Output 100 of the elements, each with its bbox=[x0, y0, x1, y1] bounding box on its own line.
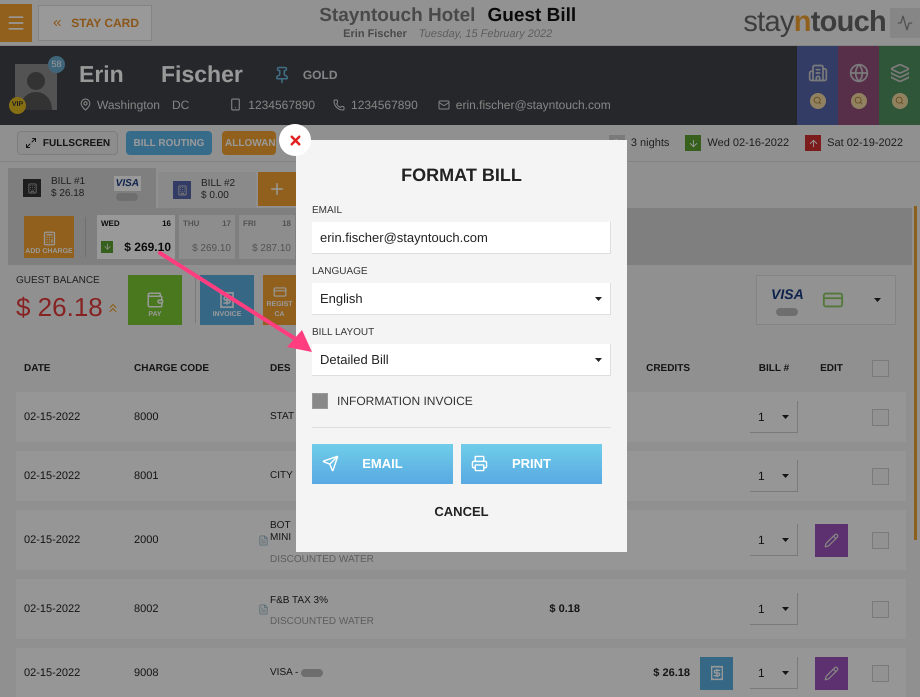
dialog-title: FORMAT BILL bbox=[400, 164, 523, 187]
row-checkbox[interactable] bbox=[872, 408, 889, 426]
dropdown-caret-icon bbox=[782, 670, 789, 674]
field-label: BILL LAYOUT bbox=[312, 326, 376, 340]
guest-city: Washington bbox=[97, 96, 160, 114]
row-checkbox[interactable] bbox=[872, 600, 889, 618]
guest-name: Erin Fischer bbox=[343, 28, 407, 42]
field-label: LANGUAGE bbox=[312, 265, 369, 279]
select-field[interactable]: English bbox=[312, 283, 611, 315]
guest-info-tile[interactable] bbox=[838, 46, 879, 125]
charge-description: STAT bbox=[270, 410, 294, 424]
mobile-icon bbox=[229, 98, 242, 112]
receipt-icon bbox=[708, 665, 724, 681]
guest-last-name: Fischer bbox=[161, 60, 243, 90]
building-icon bbox=[808, 62, 828, 82]
guest-first-name: Erin bbox=[79, 60, 125, 90]
table-cell-text: 8001 bbox=[134, 468, 160, 484]
globe-icon bbox=[848, 62, 868, 82]
arrival-date: Wed 02-16-2022 bbox=[707, 136, 790, 151]
select-all-checkbox[interactable] bbox=[872, 360, 889, 376]
add-bill-button[interactable] bbox=[258, 172, 296, 206]
dropdown-caret-icon bbox=[782, 538, 789, 542]
column-header: EDIT bbox=[819, 362, 844, 376]
cancel-button[interactable]: CANCEL bbox=[434, 502, 489, 522]
column-header: CREDITS bbox=[645, 362, 690, 376]
table-cell-text: 02-15-2022 bbox=[24, 602, 82, 617]
information-invoice-checkbox[interactable] bbox=[312, 393, 328, 409]
column-header: DES bbox=[269, 362, 292, 376]
departure-date: Sat 02-19-2022 bbox=[827, 136, 903, 151]
search-icon bbox=[854, 96, 863, 105]
guest-info-tile[interactable] bbox=[879, 46, 920, 125]
membership-level: GOLD bbox=[302, 66, 338, 84]
departure-icon bbox=[805, 135, 822, 151]
payment-card-selector[interactable]: VISA bbox=[756, 275, 896, 325]
arrival-icon bbox=[685, 135, 702, 151]
day-date: 17 bbox=[222, 218, 231, 230]
dropdown-caret-icon bbox=[782, 474, 789, 478]
phone-icon bbox=[333, 98, 346, 111]
day-card[interactable]: WED 16 $ 269.10 bbox=[97, 214, 175, 258]
input-field[interactable]: erin.fischer@stayntouch.com bbox=[312, 222, 611, 254]
card-brand: VISA bbox=[771, 285, 804, 304]
bill-number-select[interactable]: 1 bbox=[750, 460, 798, 492]
bill-label: BILL #2 bbox=[201, 178, 236, 190]
bill-icon bbox=[23, 179, 41, 197]
dropdown-caret-icon bbox=[874, 298, 881, 302]
calculator-icon bbox=[42, 230, 56, 246]
edit-button[interactable] bbox=[815, 656, 848, 690]
bill-label: BILL #1 bbox=[51, 176, 86, 188]
close-icon bbox=[288, 132, 302, 148]
wallet-icon bbox=[146, 291, 164, 310]
charge-note: DISCOUNTED WATER bbox=[270, 615, 374, 630]
plus-icon bbox=[268, 180, 286, 198]
expand-icon bbox=[24, 137, 37, 149]
guest-email: erin.fischer@stayntouch.com bbox=[456, 96, 611, 114]
dropdown-caret-icon bbox=[595, 296, 602, 300]
edit-button[interactable] bbox=[815, 524, 848, 556]
bill-tab[interactable]: BILL #2 $ 0.00 bbox=[158, 172, 256, 208]
table-cell-text: 2000 bbox=[134, 532, 160, 548]
location-icon bbox=[79, 98, 92, 112]
close-button[interactable] bbox=[279, 124, 311, 156]
table-cell-text: 02-15-2022 bbox=[24, 468, 82, 484]
table-cell-text: 8000 bbox=[134, 410, 160, 425]
layers-icon bbox=[890, 62, 910, 82]
card-icon bbox=[272, 284, 286, 298]
toolbar-button[interactable]: FULLSCREEN bbox=[17, 131, 118, 155]
guest-mobile: 1234567890 bbox=[248, 96, 316, 114]
pencil-icon bbox=[824, 532, 839, 548]
row-checkbox[interactable] bbox=[872, 532, 889, 548]
select-field[interactable]: Detailed Bill bbox=[312, 344, 611, 376]
day-name: THU bbox=[183, 218, 200, 230]
dropdown-caret-icon bbox=[782, 414, 789, 418]
bill-number-select[interactable]: 1 bbox=[750, 657, 798, 689]
day-name: FRI bbox=[243, 218, 256, 230]
masked-number-icon bbox=[116, 192, 138, 200]
day-date: 18 bbox=[282, 218, 291, 230]
menu-button[interactable] bbox=[0, 4, 32, 42]
bill-number-select[interactable]: 1 bbox=[750, 401, 798, 433]
brand-logo: stayntouch bbox=[743, 4, 886, 40]
receipt-icon bbox=[218, 291, 236, 310]
day-amount: $ 269.10 bbox=[124, 238, 171, 256]
printer-icon bbox=[471, 455, 488, 472]
charge-description: BOT MINI bbox=[270, 520, 292, 544]
page-title: Guest Bill bbox=[487, 4, 576, 28]
row-checkbox[interactable] bbox=[872, 468, 889, 484]
nights-count: 3 nights bbox=[630, 136, 670, 151]
charge-description: CITY bbox=[270, 470, 293, 482]
bill-number-select[interactable]: 1 bbox=[750, 593, 798, 625]
search-icon bbox=[895, 96, 904, 105]
receipt-button[interactable] bbox=[700, 656, 733, 690]
field-label: EMAIL bbox=[312, 204, 344, 218]
activity-button[interactable] bbox=[890, 8, 920, 38]
table-cell-text: 02-15-2022 bbox=[24, 532, 82, 548]
guest-info-tile[interactable] bbox=[797, 46, 838, 125]
guest-phone: 1234567890 bbox=[351, 96, 418, 114]
pencil-icon bbox=[824, 666, 839, 680]
bill-number-select[interactable]: 1 bbox=[750, 524, 798, 556]
row-checkbox[interactable] bbox=[872, 664, 889, 682]
column-header: DATE bbox=[24, 362, 52, 376]
bill-tab[interactable]: BILL #1 $ 26.18 VISA bbox=[8, 168, 156, 208]
mail-icon bbox=[438, 98, 450, 111]
